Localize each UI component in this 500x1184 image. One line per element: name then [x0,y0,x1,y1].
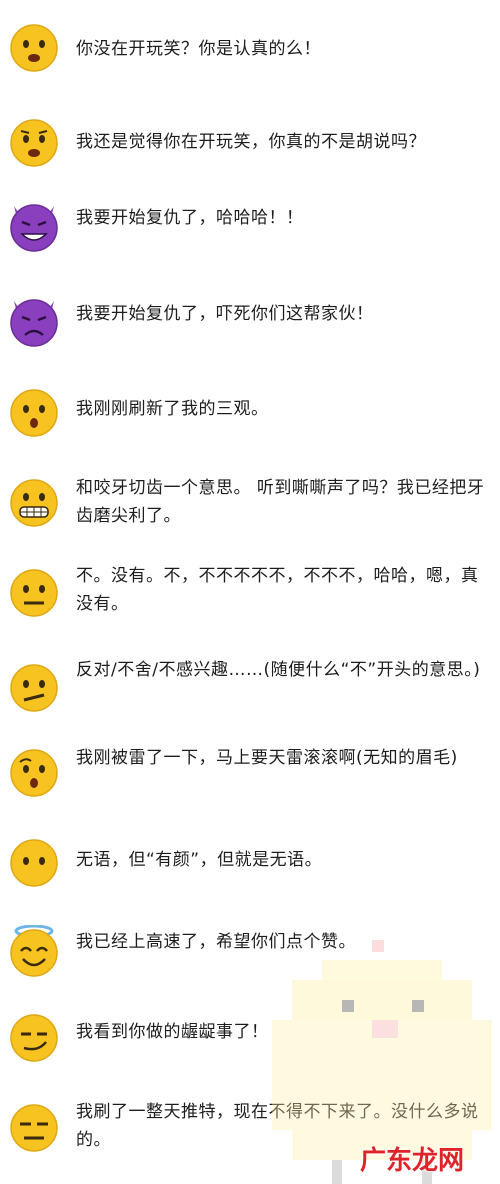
halo-smiling-face-icon [8,924,60,977]
anguished-face-icon [8,115,60,167]
grimacing-face-icon [8,475,60,527]
emoji-description: 反对/不舍/不感兴趣……(随便什么“不”开头的意思。) [76,660,481,680]
expressionless-face-icon [8,1100,60,1152]
emoji-description: 无语，但“有颜”，但就是无语。 [76,850,323,870]
emoji-description: 和咬牙切齿一个意思。 听到嘶嘶声了吗？我已经把牙齿磨尖利了。 [76,478,485,526]
emoji-description: 你没在开玩笑？你是认真的么！ [76,39,321,59]
angry-imp-face-icon [8,295,60,347]
no-mouth-face-icon [8,835,60,887]
emoji-description: 我刚被雷了一下，马上要天雷滚滚啊(无知的眉毛) [76,748,458,768]
hushed-face-icon [8,385,60,437]
emoji-description: 我要开始复仇了，哈哈哈！！ [76,208,304,228]
emoji-description: 我要开始复仇了，吓死你们这帮家伙！ [76,304,374,324]
neutral-face-icon [8,565,60,617]
watermark-text: 广东龙网 [360,1146,465,1176]
emoji-description: 我还是觉得你在开玩笑，你真的不是胡说吗？ [76,132,426,152]
emoji-description: 我刚刚刷新了我的三观。 [76,399,269,419]
frowning-open-mouth-face-icon [8,20,60,72]
emoji-description: 不。没有。不，不不不不不，不不不，哈哈，嗯，真没有。 [76,566,479,614]
smiling-imp-face-icon [8,200,60,252]
confused-face-icon [8,660,60,712]
page: { "entries": [ {"emoji": "frowning-open-… [0,0,500,1184]
astonished-face-icon [8,745,60,797]
smirking-face-icon [8,1010,60,1062]
